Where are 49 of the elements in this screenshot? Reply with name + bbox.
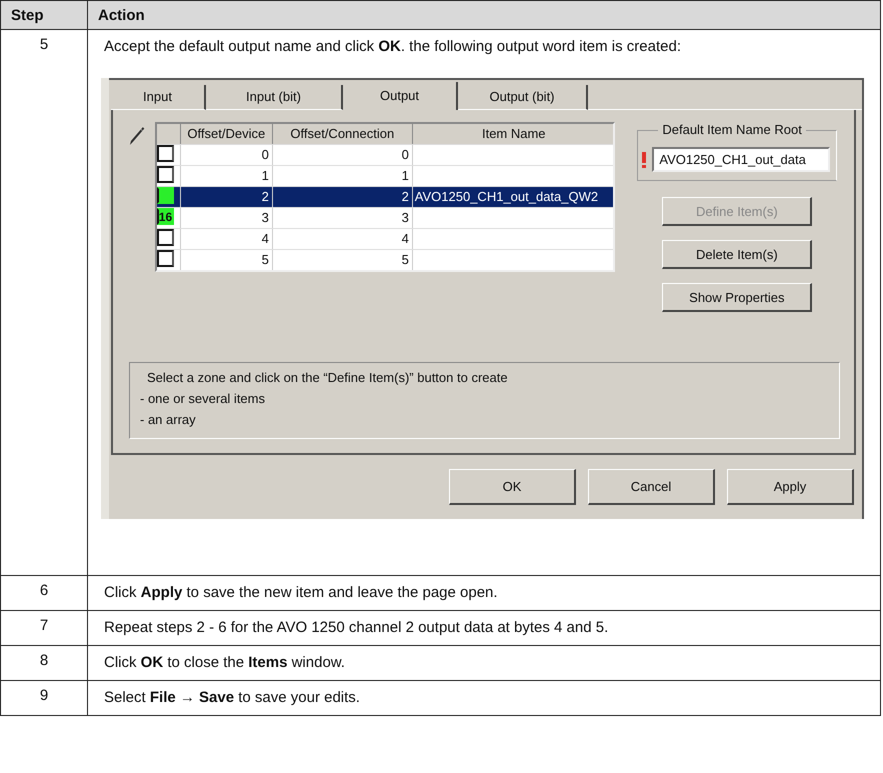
grid-row[interactable]: 4 4 (156, 228, 613, 249)
grid-row[interactable]: 0 0 (156, 144, 613, 165)
grid-cell: 3 (402, 210, 409, 225)
pencil-icon (129, 126, 145, 146)
tab[interactable]: Input (111, 85, 206, 110)
column-header: Action (88, 0, 880, 30)
dialog-button[interactable]: Apply (727, 469, 854, 505)
column-header: Offset/Device (180, 124, 273, 144)
grid-row[interactable]: 5 5 (156, 249, 613, 270)
step-number: 5 (40, 36, 48, 53)
dialog-button[interactable]: Delete Item(s) (662, 240, 812, 269)
grid-cell: 2 (262, 189, 269, 204)
name-root-field[interactable]: AVO1250_CH1_out_data (652, 147, 830, 172)
dialog-button[interactable]: OK (449, 469, 576, 505)
step-instruction: Repeat steps 2 - 6 for the AVO 1250 channel 2 output data at bytes 4 and 5. (104, 618, 610, 638)
dialog-button[interactable]: Cancel (588, 469, 715, 505)
step-number: 7 (40, 617, 48, 634)
tab[interactable]: Input (bit) (206, 85, 343, 110)
column-header: Step (0, 0, 88, 30)
grid-cell: 5 (262, 252, 269, 267)
tab[interactable]: Output (bit) (458, 85, 588, 110)
column-header: Offset/Connection (272, 124, 413, 144)
grid-cell: AVO1250_CH1_out_data_QW2 (414, 189, 598, 204)
step-number: 8 (40, 652, 48, 669)
step-number: 9 (40, 687, 48, 704)
column-header: Item Name (480, 125, 547, 143)
grid-cell: 1 (262, 168, 269, 183)
grid-cell: 0 (262, 147, 269, 162)
item-marker: 16 (156, 208, 174, 225)
step-instruction: Click Apply to save the new item and leave the page open. (104, 583, 499, 603)
dialog-button[interactable]: Show Properties (662, 283, 812, 312)
info-text: - one or several items (140, 390, 266, 408)
grid-cell: 0 (402, 147, 409, 162)
grid-cell: 3 (262, 210, 269, 225)
step-number: 6 (40, 582, 48, 599)
tab[interactable]: Output (343, 82, 458, 110)
step-instruction: Click OK to close the Items window. (104, 653, 346, 673)
grid-cell: 5 (402, 252, 409, 267)
group-title: Default Item Name Root (658, 122, 806, 137)
step-instruction: Accept the default output name and click OK. the following output word item is created: (104, 37, 682, 57)
info-text: Select a zone and click on the “Define Item(s)” button to create (146, 369, 509, 387)
grid-cell: 2 (402, 189, 409, 204)
grid-row[interactable]: 16 3 3 (156, 207, 613, 228)
grid-row[interactable]: 2 2 AVO1250_CH1_out_data_QW2 (156, 186, 613, 207)
grid-cell: 4 (402, 231, 409, 246)
grid-cell: 1 (402, 168, 409, 183)
info-text: - an array (140, 411, 197, 429)
grid-cell: 4 (262, 231, 269, 246)
step-instruction: Select File → Save to save your edits. (104, 688, 361, 708)
